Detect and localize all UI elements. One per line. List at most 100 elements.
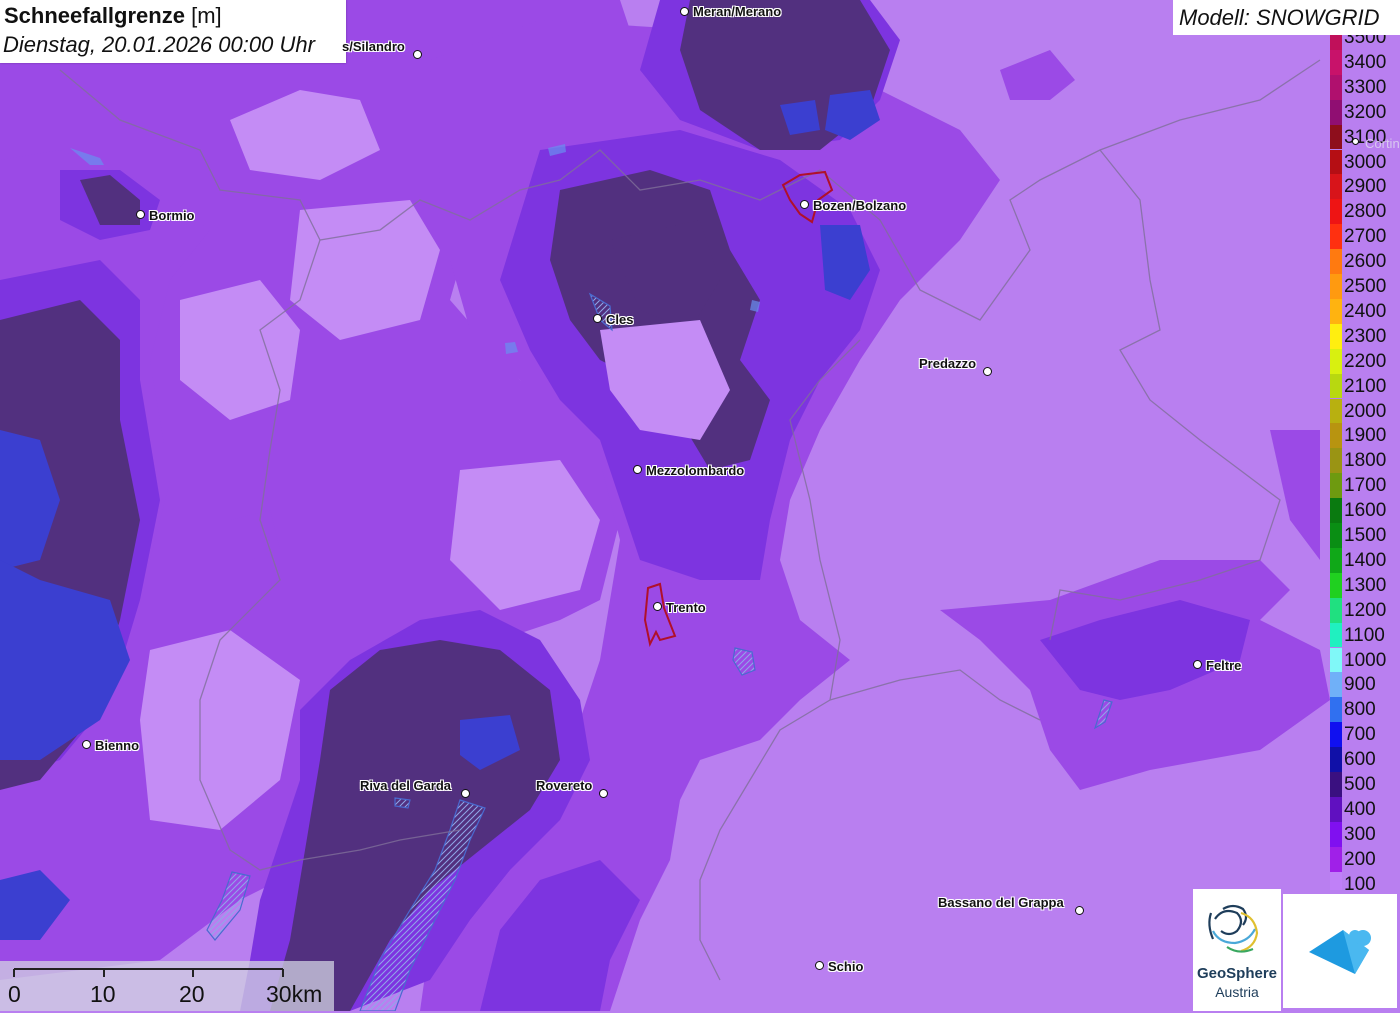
legend-entry: 1500 (1328, 523, 1400, 548)
city-label[interactable]: Cles (606, 312, 633, 327)
legend-entry: 3200 (1328, 99, 1400, 125)
city-marker[interactable] (1193, 660, 1202, 669)
city-label[interactable]: Bassano del Grappa (938, 895, 1064, 910)
city-label[interactable]: Riva del Garda (360, 778, 451, 793)
legend-swatch (1330, 747, 1342, 772)
city-label[interactable]: Meran/Merano (693, 4, 781, 19)
city-marker[interactable] (82, 740, 91, 749)
city-marker[interactable] (815, 961, 824, 970)
model-label-box: Modell: SNOWGRID (1173, 0, 1400, 35)
legend-entry: 300 (1328, 821, 1400, 847)
snowline-map[interactable] (0, 0, 1400, 1011)
legend-label: 900 (1344, 674, 1376, 696)
legend-swatch (1330, 99, 1342, 125)
legend-swatch (1330, 124, 1342, 150)
city-marker[interactable] (593, 314, 602, 323)
city-label[interactable]: Bozen/Bolzano (813, 198, 906, 213)
city-label[interactable]: Mezzolombardo (646, 463, 744, 478)
legend-label: 2300 (1344, 325, 1387, 347)
legend-label: 1800 (1344, 450, 1387, 472)
legend-swatch (1330, 846, 1342, 872)
legend-entry: 400 (1328, 796, 1400, 822)
legend-entry: 1900 (1328, 423, 1400, 449)
legend-label: 2200 (1344, 350, 1387, 372)
city-marker[interactable] (983, 367, 992, 376)
legend-label: 1600 (1344, 500, 1387, 522)
legend-swatch (1330, 373, 1342, 399)
legend-entry: 2700 (1328, 224, 1400, 250)
legend-entry: 900 (1328, 672, 1400, 698)
legend-swatch (1330, 672, 1342, 698)
city-label[interactable]: s/Silandro (342, 39, 405, 54)
legend-entry: 3500 (1328, 35, 1400, 50)
city-marker[interactable] (680, 7, 689, 16)
legend-label: 100 (1344, 873, 1376, 890)
legend-swatch (1330, 871, 1342, 890)
legend-swatch (1330, 398, 1342, 424)
legend-swatch (1330, 249, 1342, 274)
mountain-cloud-icon (1309, 930, 1371, 974)
legend-entry: 1800 (1328, 448, 1400, 474)
legend-label: 300 (1344, 823, 1376, 845)
legend-entry: 1100 (1328, 622, 1400, 648)
map-title: Schneefallgrenze [m] (4, 3, 222, 28)
city-marker[interactable] (1352, 138, 1359, 145)
legend-entry: 3300 (1328, 74, 1400, 100)
legend-entry: 2600 (1328, 249, 1400, 274)
scale-label-30km: 30km (266, 981, 323, 1007)
legend-swatch (1330, 523, 1342, 548)
geosphere-logo[interactable]: GeoSphere Austria (1193, 889, 1281, 1011)
model-label: Modell: SNOWGRID (1179, 5, 1380, 30)
legend-entry: 700 (1328, 722, 1400, 748)
legend-swatch (1330, 473, 1342, 499)
city-label[interactable]: Predazzo (919, 356, 976, 371)
geosphere-name: GeoSphere (1196, 965, 1278, 982)
legend-swatch (1330, 547, 1342, 573)
legend-label: 3400 (1344, 51, 1387, 73)
map-date: Dienstag, 20.01.2026 00:00 Uhr (3, 32, 315, 57)
legend-label: 2500 (1344, 276, 1387, 297)
city-marker[interactable] (136, 210, 145, 219)
legend-entry: 2900 (1328, 174, 1400, 200)
city-marker[interactable] (461, 789, 470, 798)
legend-swatch (1330, 35, 1342, 50)
legend-label: 3300 (1344, 76, 1387, 98)
legend-swatch (1330, 149, 1342, 175)
weather-app-logo[interactable] (1283, 894, 1397, 1008)
color-legend: 3500 3400 3300 3200 3100 3000 2900 2800 2700 2600… (1328, 35, 1400, 890)
city-marker[interactable] (633, 465, 642, 474)
scale-label-10: 10 (90, 981, 116, 1007)
geosphere-country: Austria (1215, 984, 1259, 1000)
legend-label: 1000 (1344, 649, 1387, 671)
legend-label: 1200 (1344, 599, 1387, 621)
legend-label: 1500 (1344, 525, 1387, 546)
city-marker[interactable] (1075, 906, 1084, 915)
city-label[interactable]: Rovereto (536, 778, 592, 793)
city-marker[interactable] (800, 200, 809, 209)
legend-swatch (1330, 622, 1342, 648)
city-marker[interactable] (653, 602, 662, 611)
scale-bar: 0 10 20 30km (0, 961, 334, 1011)
legend-entry: 500 (1328, 772, 1400, 797)
city-label[interactable]: Feltre (1206, 658, 1241, 673)
city-label[interactable]: Bienno (95, 738, 139, 753)
legend-label: 3200 (1344, 101, 1387, 123)
legend-entry: 1300 (1328, 572, 1400, 598)
city-label[interactable]: Schio (828, 959, 863, 974)
legend-entry: 2200 (1328, 348, 1400, 374)
legend-swatch (1330, 772, 1342, 797)
geosphere-emblem-icon (1208, 904, 1259, 953)
legend-swatch (1330, 597, 1342, 623)
legend-label: 2100 (1344, 375, 1387, 397)
city-marker[interactable] (413, 50, 422, 59)
legend-swatch (1330, 348, 1342, 374)
city-marker[interactable] (599, 789, 608, 798)
city-label[interactable]: Cortina (1365, 136, 1400, 151)
city-label[interactable]: Bormio (149, 208, 195, 223)
legend-entry: 200 (1328, 846, 1400, 872)
legend-label: 2000 (1344, 400, 1387, 422)
legend-entry: 2800 (1328, 199, 1400, 225)
city-label[interactable]: Trento (666, 600, 706, 615)
legend-label: 3000 (1344, 151, 1387, 173)
legend-swatch (1330, 298, 1342, 324)
